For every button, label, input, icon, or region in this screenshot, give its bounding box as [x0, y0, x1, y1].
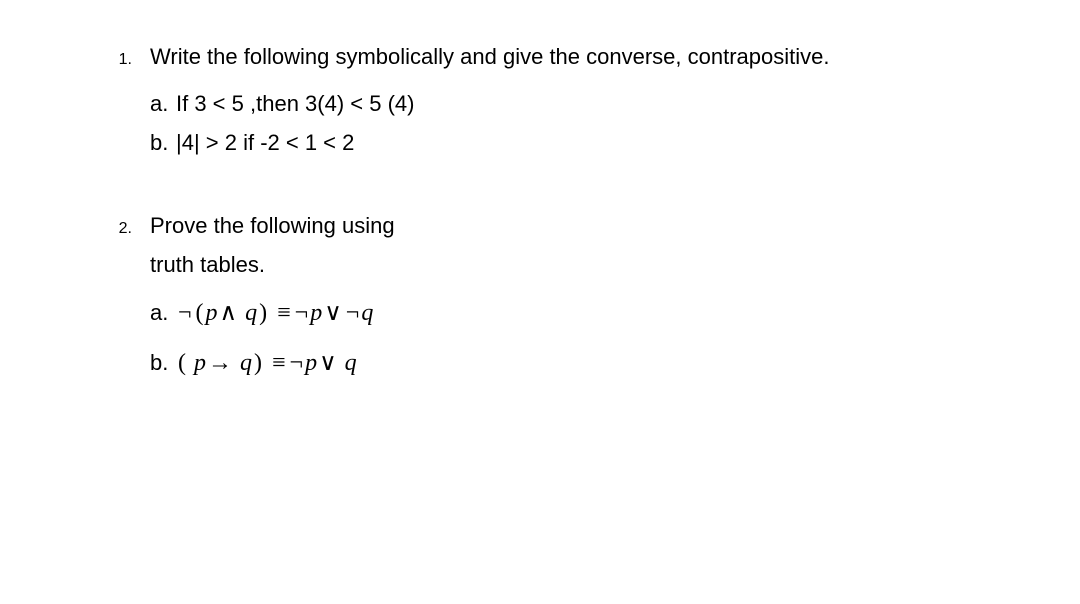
var-q: q	[361, 300, 373, 326]
left-paren: (	[176, 350, 188, 376]
not-symbol: ¬	[344, 300, 362, 326]
problem-1-sub-b: b. |4| > 2 if -2 < 1 < 2	[150, 126, 1020, 159]
var-p: p	[206, 300, 218, 326]
problem-2-sub-b: b. ( p→ q) ≡¬p∨ q	[150, 345, 1020, 381]
sub-label: a.	[150, 296, 176, 329]
problem-1-subitems: a. If 3 < 5 ,then 3(4) < 5 (4) b. |4| > …	[150, 87, 1020, 159]
math-expression: ¬(p∧ q) ≡¬p∨¬q	[176, 295, 1020, 331]
var-p: p	[305, 350, 317, 376]
problem-2-text: Prove the following using	[150, 209, 1020, 242]
left-paren: (	[194, 300, 206, 326]
or-symbol: ∨	[317, 350, 339, 376]
problem-1: 1. Write the following symbolically and …	[100, 40, 1020, 159]
problem-1-sub-a: a. If 3 < 5 ,then 3(4) < 5 (4)	[150, 87, 1020, 120]
problem-2-extra-line: truth tables.	[150, 248, 1020, 281]
problem-1-number: 1.	[100, 48, 150, 72]
var-q: q	[345, 350, 357, 376]
sub-content: If 3 < 5 ,then 3(4) < 5 (4)	[176, 87, 1020, 120]
problem-2-number: 2.	[100, 217, 150, 241]
var-q: q	[245, 300, 257, 326]
problem-2-header: 2. Prove the following using	[100, 209, 1020, 242]
var-q: q	[240, 350, 252, 376]
sub-label: a.	[150, 87, 176, 120]
problem-1-text: Write the following symbolically and giv…	[150, 40, 1020, 73]
arrow-symbol: →	[206, 350, 234, 376]
sub-label: b.	[150, 346, 176, 379]
math-expression: ( p→ q) ≡¬p∨ q	[176, 345, 1020, 381]
right-paren: )	[257, 300, 269, 326]
or-symbol: ∨	[322, 300, 344, 326]
sub-content: |4| > 2 if -2 < 1 < 2	[176, 126, 1020, 159]
var-p: p	[194, 350, 206, 376]
equiv-symbol: ≡	[275, 300, 293, 326]
equiv-symbol: ≡	[270, 350, 288, 376]
and-symbol: ∧	[218, 300, 240, 326]
not-symbol: ¬	[176, 300, 194, 326]
problem-1-header: 1. Write the following symbolically and …	[100, 40, 1020, 73]
sub-label: b.	[150, 126, 176, 159]
problem-2: 2. Prove the following using truth table…	[100, 209, 1020, 381]
problem-2-sub-a: a. ¬(p∧ q) ≡¬p∨¬q	[150, 295, 1020, 331]
var-p: p	[310, 300, 322, 326]
not-symbol: ¬	[288, 350, 306, 376]
not-symbol: ¬	[293, 300, 311, 326]
problem-2-subitems: a. ¬(p∧ q) ≡¬p∨¬q b. ( p→ q) ≡¬p∨ q	[150, 295, 1020, 381]
right-paren: )	[252, 350, 264, 376]
